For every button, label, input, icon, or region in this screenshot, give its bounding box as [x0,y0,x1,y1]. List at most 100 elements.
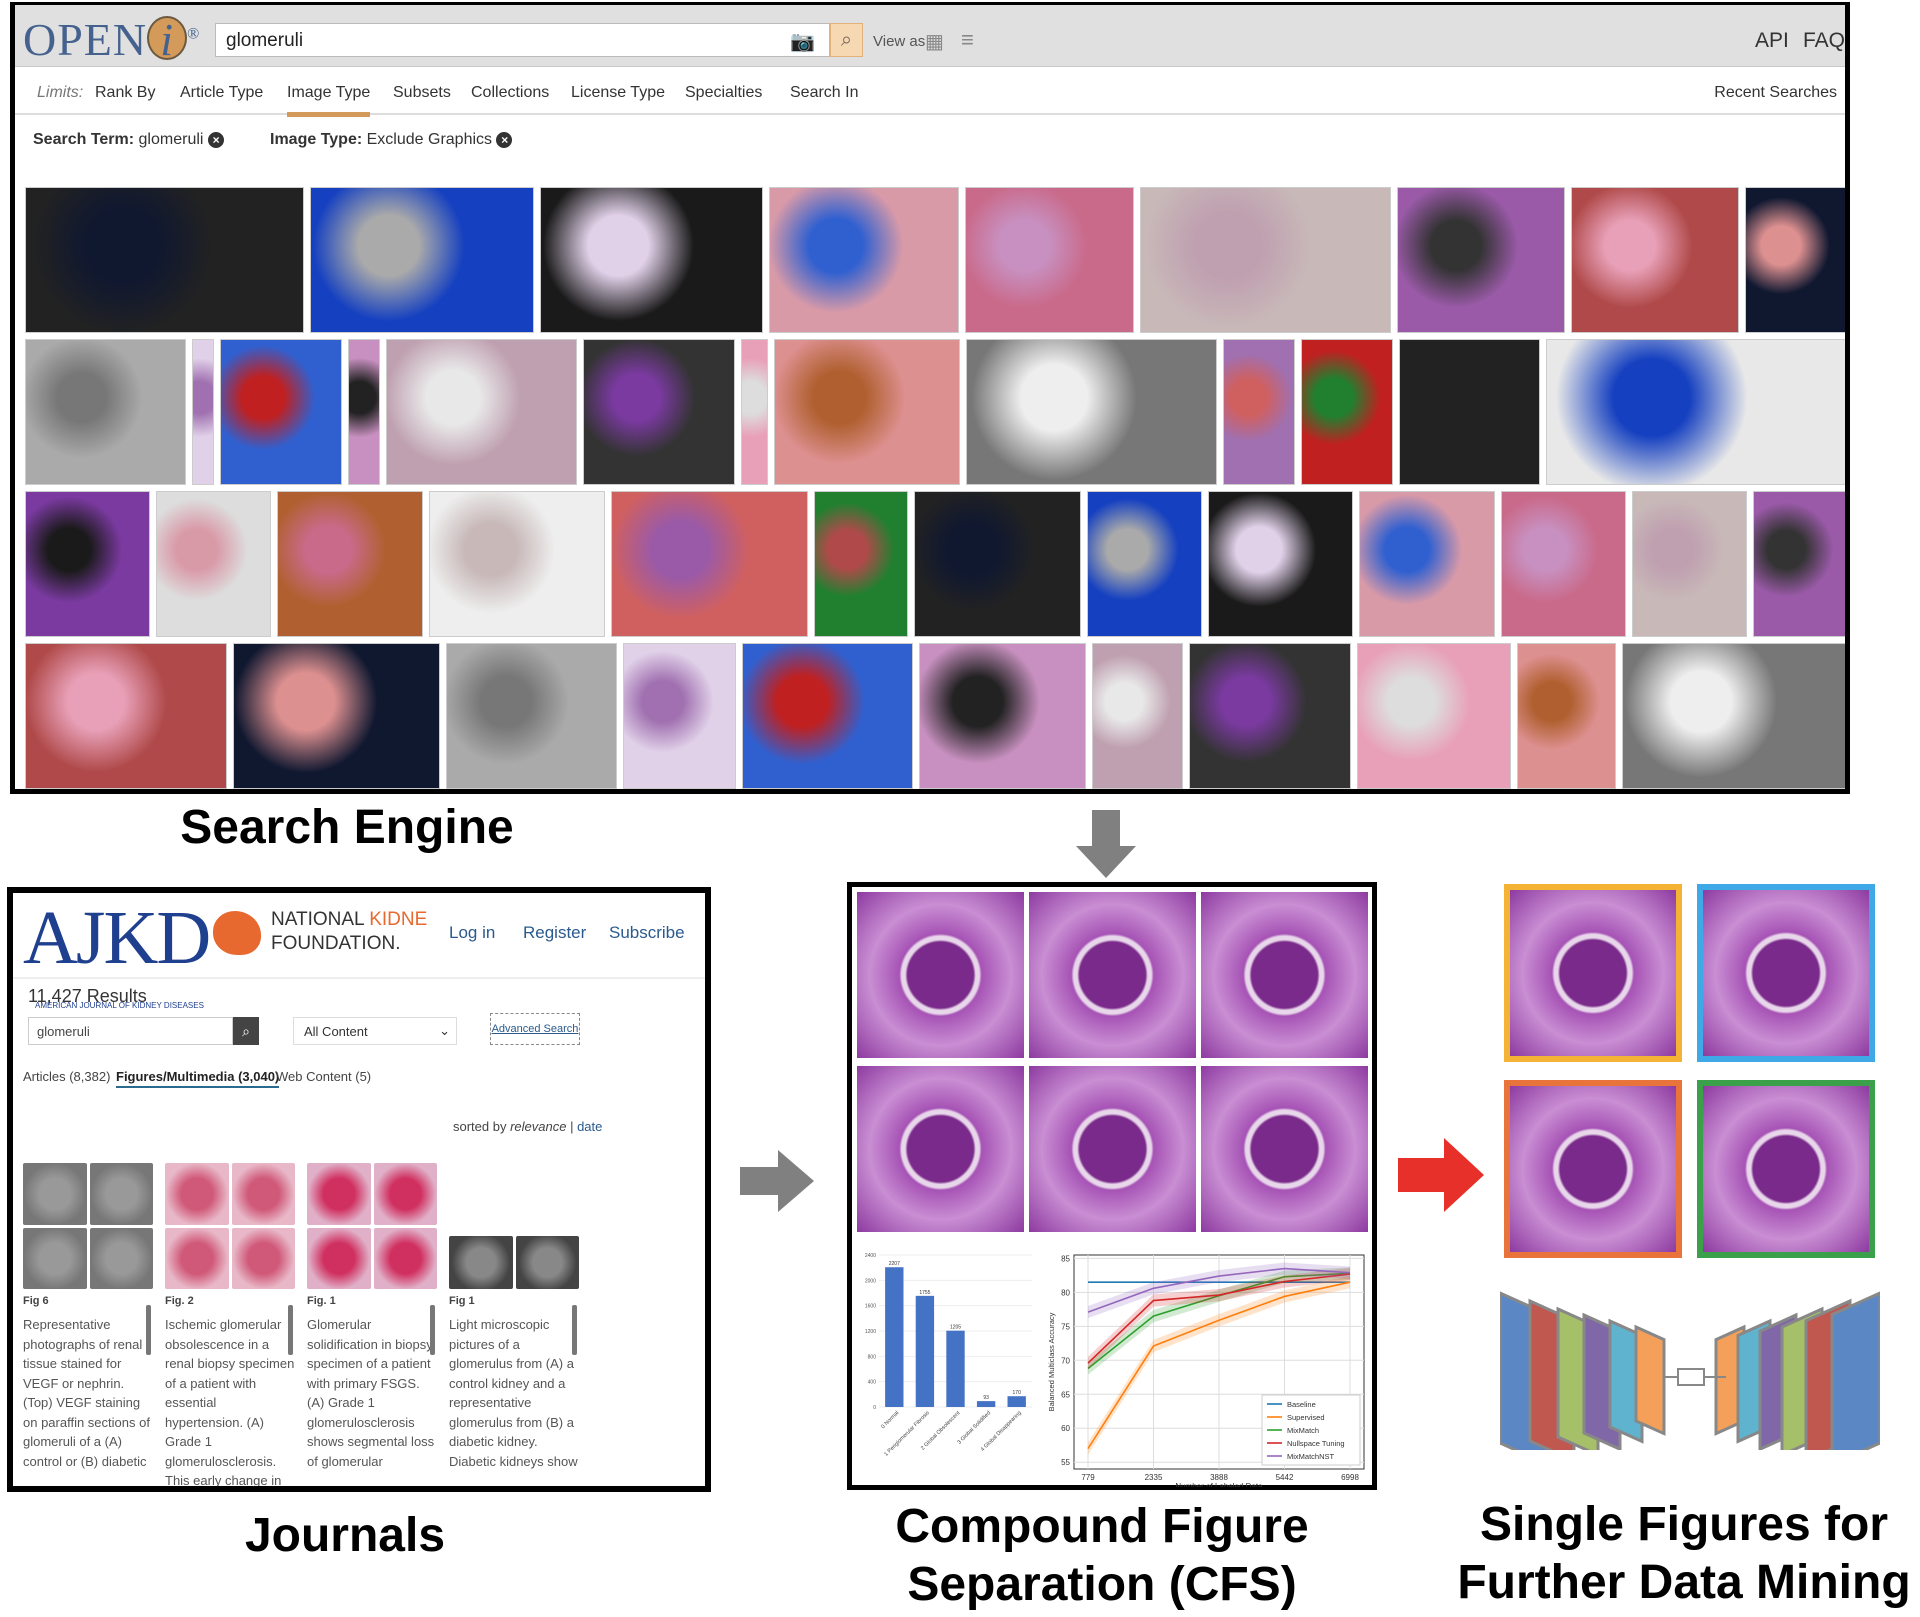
nav-rank-by[interactable]: Rank By [95,84,155,102]
y-tick-label: 65 [1061,1390,1070,1399]
image-thumbnail[interactable] [277,491,423,637]
image-thumbnail[interactable] [740,339,768,485]
list-view-icon[interactable]: ≡ [961,27,974,53]
image-thumbnail[interactable] [25,339,187,485]
y-tick-label: 2400 [865,1253,876,1259]
nav-license-type[interactable]: License Type [571,84,665,102]
sort-relevance[interactable]: relevance [510,1119,566,1134]
subscribe-link[interactable]: Subscribe [609,923,685,943]
image-thumbnail[interactable] [233,643,440,789]
image-thumbnail[interactable] [919,643,1087,789]
advanced-search-link[interactable]: Advanced Search [490,1013,580,1045]
content-select[interactable]: All Content ⌄ [293,1017,457,1045]
x-tick-label: 779 [1081,1473,1095,1482]
image-thumbnail[interactable] [1092,643,1184,789]
sort-date[interactable]: date [577,1119,602,1134]
y-tick-label: 55 [1061,1458,1070,1467]
image-thumbnail[interactable] [1622,643,1845,789]
figure-result[interactable]: Fig 1 Light microscopic pictures of a glo… [449,1163,579,1486]
image-thumbnail[interactable] [428,491,606,637]
image-thumbnail[interactable] [1359,491,1495,637]
nav-image-type[interactable]: Image Type [287,84,371,117]
image-thumbnail[interactable] [1398,339,1541,485]
search-input[interactable]: glomeruli [215,23,830,57]
nav-search-in[interactable]: Search In [790,84,858,102]
remove-filter-icon[interactable]: × [207,131,224,148]
tab-web-content[interactable]: Web Content (5) [276,1069,371,1084]
image-thumbnail[interactable] [1752,491,1845,637]
scrollbar[interactable] [146,1305,151,1355]
image-thumbnail[interactable] [773,339,960,485]
image-thumbnail[interactable] [914,491,1081,637]
image-thumbnail[interactable] [1207,491,1354,637]
legend-label: MixMatchNST [1287,1452,1335,1461]
image-thumbnail[interactable] [25,491,151,637]
image-thumbnail[interactable] [769,187,960,333]
image-thumbnail[interactable] [814,491,909,637]
image-thumbnail[interactable] [1396,187,1566,333]
image-thumbnail[interactable] [385,339,578,485]
figure-result[interactable]: Fig. 2 Ischemic glomerular obsolescence i… [165,1163,295,1486]
image-thumbnail[interactable] [309,187,534,333]
image-thumbnail[interactable] [25,643,228,789]
tab-articles[interactable]: Articles (8,382) [23,1069,110,1084]
nav-subsets[interactable]: Subsets [393,84,451,102]
nav-collections[interactable]: Collections [471,84,549,102]
ajkd-logo[interactable]: AJKD AMERICAN JOURNAL OF KIDNEY DISEASES [23,900,211,1010]
image-thumbnail[interactable] [1546,339,1845,485]
image-thumbnail[interactable] [192,339,215,485]
image-thumbnail[interactable] [1086,491,1202,637]
camera-icon[interactable]: 📷 [790,29,815,54]
figure-thumbnail[interactable] [307,1163,437,1289]
figure-thumbnail[interactable] [165,1163,295,1289]
image-thumbnail[interactable] [1223,339,1295,485]
compound-figure-panel: 0 400 800 1200 1600 2000 2400 2207 0 Normal 1755 1… [847,882,1377,1490]
image-thumbnail[interactable] [1139,187,1391,333]
legend-label: Supervised [1287,1413,1325,1422]
search-icon: ⌕ [840,29,853,51]
image-thumbnail[interactable] [347,339,380,485]
image-thumbnail[interactable] [1189,643,1352,789]
image-thumbnail[interactable] [1357,643,1511,789]
figure-thumbnail[interactable] [23,1163,153,1289]
image-thumbnail[interactable] [1500,491,1626,637]
remove-filter-icon[interactable]: × [496,131,513,148]
scrollbar[interactable] [572,1305,577,1355]
image-thumbnail[interactable] [583,339,735,485]
image-thumbnail[interactable] [623,643,737,789]
image-thumbnail[interactable] [220,339,342,485]
image-thumbnail[interactable] [1745,187,1845,333]
scrollbar[interactable] [430,1305,435,1355]
image-thumbnail[interactable] [445,643,618,789]
journal-search-button[interactable]: ⌕ [233,1017,259,1045]
figure-result[interactable]: Fig 6 Representative photographs of renal… [23,1163,153,1486]
login-link[interactable]: Log in [449,923,495,943]
nav-article-type[interactable]: Article Type [180,84,263,102]
image-thumbnail[interactable] [539,187,764,333]
journal-search-input[interactable]: glomeruli [28,1017,233,1045]
search-button[interactable]: ⌕ [830,23,863,57]
figure-result[interactable]: Fig. 1 Glomerular solidification in biops… [307,1163,437,1486]
image-thumbnail[interactable] [1571,187,1740,333]
recent-searches-link[interactable]: Recent Searches [1714,84,1837,102]
image-thumbnail[interactable] [965,187,1134,333]
histology-tile [857,892,1024,1058]
grid-view-icon[interactable]: ▦ [925,29,944,54]
image-thumbnail[interactable] [742,643,914,789]
register-link[interactable]: Register [523,923,586,943]
histology-image [1510,890,1676,1056]
figure-thumbnail[interactable] [449,1163,579,1289]
image-thumbnail[interactable] [1516,643,1617,789]
faq-link[interactable]: FAQ [1803,29,1845,53]
scrollbar[interactable] [288,1305,293,1355]
image-thumbnail[interactable] [25,187,304,333]
openi-logo[interactable]: OPEN i ® [23,13,200,66]
api-link[interactable]: API [1755,29,1789,53]
image-thumbnail[interactable] [1300,339,1393,485]
image-thumbnail[interactable] [965,339,1218,485]
image-thumbnail[interactable] [1631,491,1747,637]
tab-figures[interactable]: Figures/Multimedia (3,040) [116,1069,280,1088]
image-thumbnail[interactable] [611,491,809,637]
nav-specialties[interactable]: Specialties [685,84,762,102]
image-thumbnail[interactable] [156,491,272,637]
